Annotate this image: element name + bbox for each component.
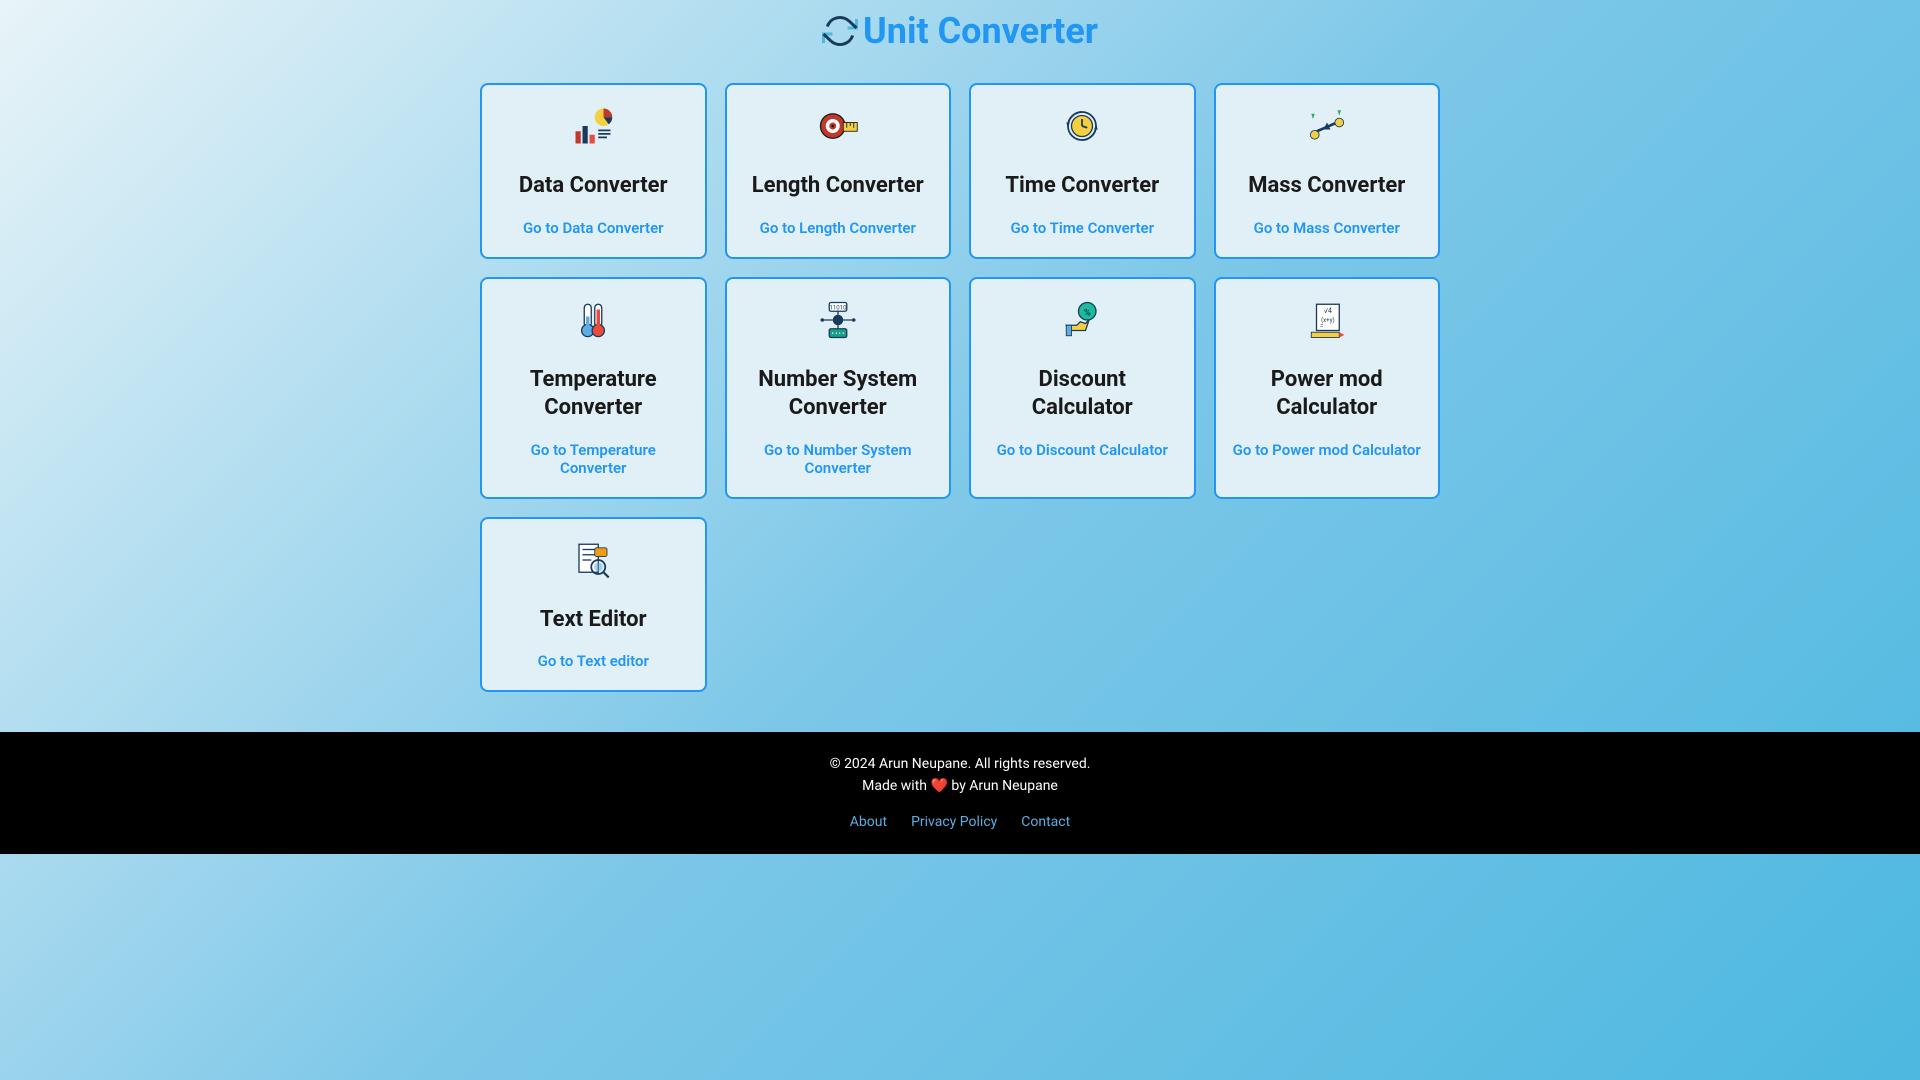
time-icon — [1061, 105, 1103, 147]
heart-icon: ❤️ — [930, 778, 947, 794]
header-title-wrapper: Unit Converter — [822, 10, 1098, 52]
footer-by: by Arun Neupane — [951, 778, 1057, 794]
svg-text:√4: √4 — [1324, 307, 1332, 315]
card-title: Discount Calculator — [986, 366, 1179, 423]
svg-text:%: % — [1084, 307, 1091, 318]
svg-text:=: = — [1320, 322, 1323, 329]
card-link-time[interactable]: Go to Time Converter — [1010, 219, 1154, 237]
number-system-icon: 11010 — [817, 299, 859, 341]
length-icon — [817, 105, 859, 147]
page-title: Unit Converter — [863, 10, 1098, 52]
text-editor-icon — [572, 539, 614, 581]
card-link-mass[interactable]: Go to Mass Converter — [1254, 219, 1400, 237]
card-temperature-converter: Temperature Converter Go to Temperature … — [480, 277, 707, 499]
card-link-number-system[interactable]: Go to Number System Converter — [742, 441, 935, 477]
discount-icon: % — [1061, 299, 1103, 341]
card-time-converter: Time Converter Go to Time Converter — [969, 83, 1196, 259]
card-link-text-editor[interactable]: Go to Text editor — [538, 652, 649, 670]
mass-icon — [1306, 105, 1348, 147]
footer-link-privacy[interactable]: Privacy Policy — [911, 814, 997, 830]
card-link-data[interactable]: Go to Data Converter — [523, 219, 664, 237]
card-title: Temperature Converter — [497, 366, 690, 423]
footer-links: About Privacy Policy Contact — [0, 814, 1920, 830]
card-data-converter: Data Converter Go to Data Converter — [480, 83, 707, 259]
cards-grid: Data Converter Go to Data Converter Leng… — [460, 83, 1460, 732]
card-power-mod-calculator: √4 (x+y) = Power mod Calculator Go to Po… — [1214, 277, 1441, 499]
data-icon — [572, 105, 614, 147]
footer-link-contact[interactable]: Contact — [1021, 814, 1070, 830]
card-title: Length Converter — [752, 172, 924, 201]
card-title: Text Editor — [540, 606, 647, 635]
footer: © 2024 Arun Neupane. All rights reserved… — [0, 732, 1920, 854]
power-mod-icon: √4 (x+y) = — [1306, 299, 1348, 341]
footer-made-with: Made with ❤️ by Arun Neupane — [0, 778, 1920, 794]
card-text-editor: Text Editor Go to Text editor — [480, 517, 707, 693]
footer-made-label: Made with — [862, 778, 927, 794]
temperature-icon — [572, 299, 614, 341]
card-number-system-converter: 11010 Number System Converter Go to Numb… — [725, 277, 952, 499]
card-link-discount[interactable]: Go to Discount Calculator — [997, 441, 1168, 459]
svg-text:11010: 11010 — [829, 304, 847, 311]
refresh-icon — [822, 13, 858, 49]
card-title: Data Converter — [519, 172, 668, 201]
card-title: Power mod Calculator — [1231, 366, 1424, 423]
footer-link-about[interactable]: About — [850, 814, 887, 830]
footer-copyright: © 2024 Arun Neupane. All rights reserved… — [0, 756, 1920, 772]
card-link-power-mod[interactable]: Go to Power mod Calculator — [1233, 441, 1421, 459]
card-discount-calculator: % Discount Calculator Go to Discount Cal… — [969, 277, 1196, 499]
card-title: Mass Converter — [1248, 172, 1405, 201]
card-title: Time Converter — [1005, 172, 1159, 201]
card-mass-converter: Mass Converter Go to Mass Converter — [1214, 83, 1441, 259]
card-link-temperature[interactable]: Go to Temperature Converter — [497, 441, 690, 477]
header: Unit Converter — [0, 0, 1920, 83]
card-link-length[interactable]: Go to Length Converter — [760, 219, 916, 237]
card-length-converter: Length Converter Go to Length Converter — [725, 83, 952, 259]
card-title: Number System Converter — [742, 366, 935, 423]
